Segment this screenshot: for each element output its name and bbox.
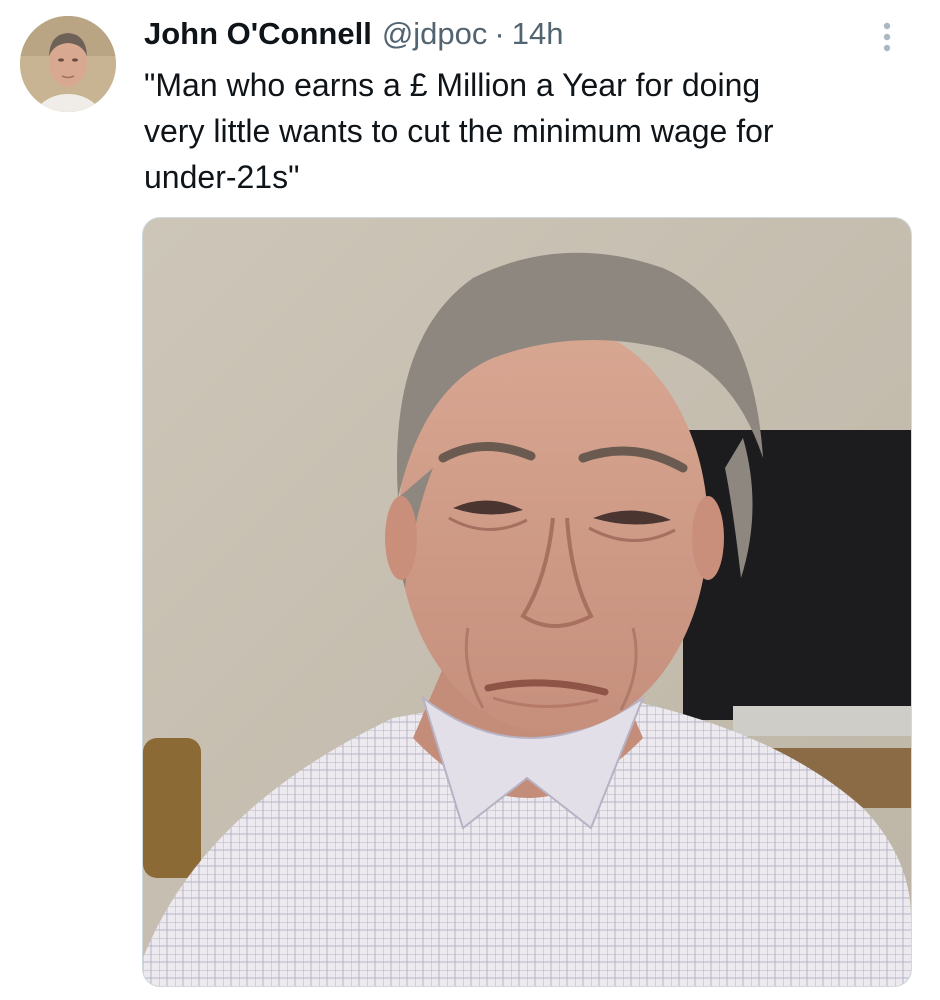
more-vertical-icon (883, 22, 891, 52)
author-avatar[interactable] (20, 16, 116, 112)
author-display-name[interactable]: John O'Connell (144, 14, 372, 54)
tweet-text: "Man who earns a £ Million a Year for do… (144, 67, 774, 195)
header-separator: · (494, 16, 505, 51)
avatar-photo-icon (20, 16, 116, 112)
tweet-card[interactable]: John O'Connell @jdpoc · 14h "Man who ear… (0, 0, 940, 1000)
photo-image (143, 218, 911, 986)
more-options-button[interactable] (872, 18, 902, 54)
tweet-timestamp[interactable]: 14h (512, 14, 564, 54)
tweet-header: John O'Connell @jdpoc · 14h (144, 14, 563, 54)
tweet-media-photo[interactable] (142, 217, 912, 987)
author-handle[interactable]: @jdpoc (382, 14, 488, 54)
